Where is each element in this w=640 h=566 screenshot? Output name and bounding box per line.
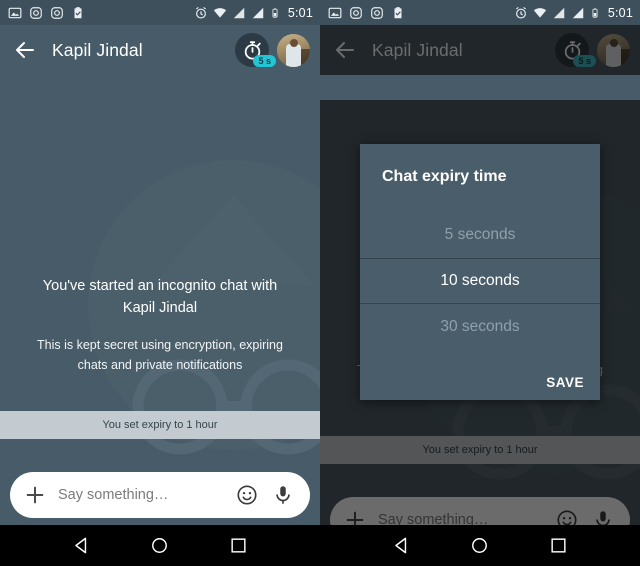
incognito-intro: You've started an incognito chat with Ka… [0,275,320,375]
plus-icon[interactable] [24,484,46,506]
wifi-icon [213,7,226,18]
expiry-option-5-seconds[interactable]: 5 seconds [360,212,600,258]
instagram-icon [51,6,63,19]
timer-badge: 5 s [573,55,596,67]
android-nav-bar [320,525,640,566]
system-banner: You set expiry to 1 hour [0,411,320,439]
cellular-roaming-icon: R [553,7,565,18]
home-circle-icon[interactable] [150,536,169,555]
save-button[interactable]: SAVE [546,375,584,390]
recents-square-icon[interactable] [229,536,248,555]
phone-screen-right: R 5:01 Kapil Jindal 5 s You set expiry t… [320,0,640,566]
instagram-icon [350,6,362,19]
instagram-icon [371,6,383,19]
message-composer[interactable]: Say something… [10,472,310,518]
back-arrow-icon [336,42,354,58]
avatar[interactable] [277,33,310,67]
timer-badge: 5 s [253,55,276,67]
clipboard-check-icon [394,6,402,18]
app-bar-actions: 5 s [235,33,310,67]
emoji-icon[interactable] [236,484,258,506]
clipboard-check-icon [74,6,82,18]
battery-icon [272,7,278,18]
expiry-option-10-seconds[interactable]: 10 seconds [360,258,600,304]
back-arrow-icon [16,42,34,58]
wifi-icon [533,7,546,18]
intro-subtitle-1: This is kept secret using encryption, ex… [37,338,283,352]
status-bar-system-icons: R 5:01 [194,6,313,20]
screenshot-root: R 5:01 Kapil Jindal 5 s You've started a… [0,0,640,566]
image-icon [8,7,22,18]
status-bar-system-icons: R 5:01 [514,6,633,20]
chat-expiry-dialog: Chat expiry time 5 seconds 10 seconds 30… [360,144,600,400]
status-bar: R 5:01 [320,0,640,25]
app-bar: Kapil Jindal 5 s [0,25,320,75]
chat-expiry-timer-button[interactable]: 5 s [555,33,596,67]
chat-expiry-timer-button[interactable]: 5 s [235,33,276,67]
cellular-roaming-icon: R [233,7,245,18]
system-banner: You set expiry to 1 hour [320,436,640,464]
back-button[interactable] [12,37,38,63]
back-button[interactable] [332,37,358,63]
app-bar: Kapil Jindal 5 s [320,25,640,75]
dimmed-chat-layer: Kapil Jindal 5 s You set expiry to 1 hou… [320,25,640,566]
chat-body: You've started an incognito chat with Ka… [0,75,320,566]
instagram-icon [30,6,42,19]
intro-line-1: You've started an incognito chat with [42,278,278,294]
intro-line-2: Kapil Jindal [122,300,198,316]
back-triangle-icon[interactable] [72,536,91,555]
status-bar-notification-icons [8,6,85,20]
microphone-icon[interactable] [272,484,294,506]
status-bar-clock: 5:01 [287,5,313,20]
home-circle-icon[interactable] [470,536,489,555]
page-title: Kapil Jindal [372,39,463,60]
message-input[interactable]: Say something… [58,487,236,503]
battery-icon [592,7,598,18]
android-nav-bar [0,525,320,566]
image-icon [328,7,342,18]
expiry-option-30-seconds[interactable]: 30 seconds [360,304,600,350]
app-bar-actions: 5 s [555,33,630,67]
composer-bar: Say something… [0,465,320,525]
page-title: Kapil Jindal [52,39,143,60]
cellular-icon [252,7,264,18]
alarm-icon [515,6,526,19]
expiry-options-list: 5 seconds 10 seconds 30 seconds [360,212,600,350]
recents-square-icon[interactable] [549,536,568,555]
status-bar: R 5:01 [0,0,320,25]
dialog-title: Chat expiry time [382,168,507,185]
avatar[interactable] [597,33,630,67]
cellular-icon [572,7,584,18]
phone-screen-left: R 5:01 Kapil Jindal 5 s You've started a… [0,0,320,566]
status-bar-clock: 5:01 [607,5,633,20]
alarm-icon [195,6,206,19]
intro-subtitle-2: chats and private notifications [77,358,243,372]
back-triangle-icon[interactable] [392,536,411,555]
status-bar-notification-icons [328,6,405,20]
